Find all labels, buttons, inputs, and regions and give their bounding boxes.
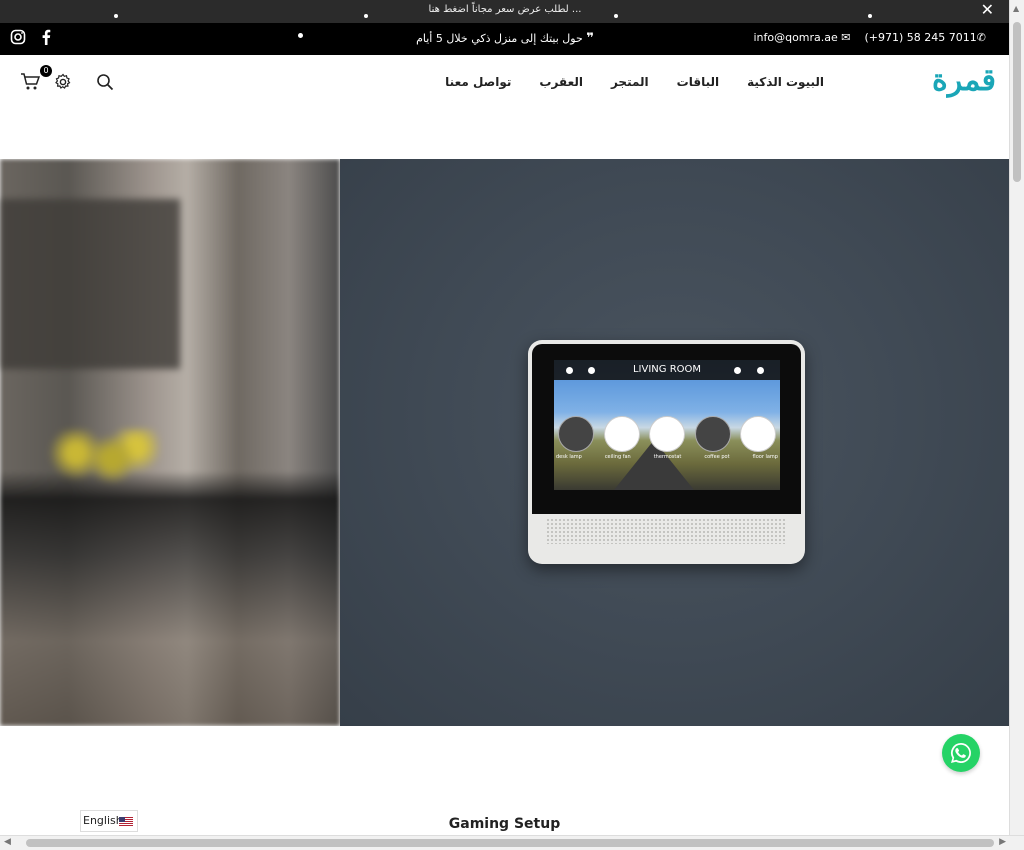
scroll-left-icon[interactable]: ◀ [4,837,11,847]
contact-info: info@qomra.ae ✉ (+971) 58 245 7011✆ [753,31,986,44]
screen-home-icon [734,367,741,374]
email-link[interactable]: info@qomra.ae ✉ [753,31,850,44]
announcement-text[interactable]: لطلب عرض سعر مجاناً اضغط هنا ... [429,4,582,15]
screen-device-buttons [558,416,776,452]
desk-lamp-icon [558,416,594,452]
device-label: coffee pot [704,454,730,460]
speaker-grille [546,518,787,544]
ceiling-fan-icon [603,416,640,452]
device-label: desk lamp [556,454,582,460]
settings-icon[interactable] [54,73,72,91]
promo-text: حول بيتك إلى منزل ذكي خلال 5 أيام [416,32,583,45]
nav-item-store[interactable]: المتجر [611,75,649,89]
envelope-icon: ✉ [841,31,851,44]
floor-lamp-icon [740,416,776,452]
kitchen-flowers [40,429,160,489]
coffee-pot-icon [694,416,731,452]
screen-plus-icon [757,367,764,374]
quote-icon: ❞ [586,31,594,46]
email-text[interactable]: info@qomra.ae [753,31,837,44]
phone-icon: ✆ [976,31,986,44]
cart-button[interactable]: 0 [20,65,52,91]
kitchen-cabinet [0,199,180,369]
kitchen-image [0,159,340,726]
site-logo[interactable]: قمرة [932,63,996,98]
close-icon[interactable]: ✕ [981,2,994,18]
screen-device-labels: desk lamp ceiling fan thermostat coffee … [556,454,778,460]
phone-link[interactable]: (+971) 58 245 7011✆ [865,31,987,44]
nav-item-smart-homes[interactable]: البيوت الذكية [747,75,824,89]
header-tools: 0 [20,65,114,91]
scroll-up-icon[interactable]: ▲ [1013,4,1019,13]
nav-item-packages[interactable]: الباقات [677,75,719,89]
announcement-bar[interactable]: لطلب عرض سعر مجاناً اضغط هنا ... ✕ [0,0,1010,23]
vertical-scroll-thumb[interactable] [1013,22,1021,182]
device-label: floor lamp [752,454,778,460]
main-nav: البيوت الذكية الباقات المتجر العقرب تواص… [445,75,824,89]
scroll-right-icon[interactable]: ▶ [999,837,1006,847]
search-icon[interactable] [96,73,114,91]
phone-text[interactable]: (+971) 58 245 7011 [865,31,977,44]
screen-user-icon [588,367,595,374]
thermostat-icon [649,416,685,452]
tablet-screen: LIVING ROOM desk lamp ceiling fan thermo… [554,360,780,490]
language-switcher[interactable]: English [80,810,138,832]
horizontal-scrollbar[interactable]: ◀ ▶ [0,835,1024,850]
device-label: ceiling fan [604,454,631,460]
whatsapp-icon [951,743,971,763]
section-title: Gaming Setup [448,816,561,832]
language-label[interactable]: English [83,814,123,827]
screen-gear-icon [566,367,573,374]
nav-item-contact[interactable]: تواصل معنا [445,75,511,89]
wall-panel-image: LIVING ROOM desk lamp ceiling fan thermo… [340,159,1009,726]
site-header: 0 البيوت الذكية الباقات المتجر العقرب تو… [0,55,1010,159]
vertical-scrollbar[interactable]: ▲ [1009,0,1024,835]
top-bar: حول بيتك إلى منزل ذكي خلال 5 أيام ❞ info… [0,23,1010,55]
us-flag-icon [119,817,133,826]
smart-home-tablet: LIVING ROOM desk lamp ceiling fan thermo… [528,340,805,564]
device-label: thermostat [653,454,682,460]
cart-count-badge: 0 [40,65,52,77]
nav-item-scorpion[interactable]: العقرب [539,75,583,89]
horizontal-scroll-thumb[interactable] [26,839,994,847]
hero-banner: LIVING ROOM desk lamp ceiling fan thermo… [0,159,1009,726]
whatsapp-button[interactable] [942,734,980,772]
cart-icon [21,73,40,90]
